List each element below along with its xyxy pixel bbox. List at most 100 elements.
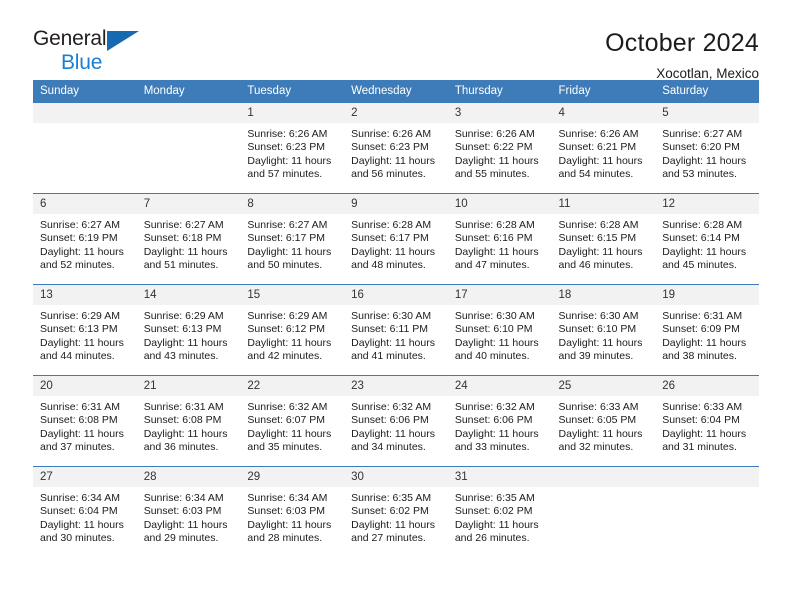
sunset-text: Sunset: 6:08 PM [40,414,118,427]
title-block: October 2024 Xocotlan, Mexico [605,28,759,81]
sunrise-text: Sunrise: 6:31 AM [40,401,120,413]
calendar-body: 1 Sunrise: 6:26 AM Sunset: 6:23 PM Daylight… [33,102,759,557]
day-details: Sunrise: 6:32 AM Sunset: 6:06 PM Daylight:… [344,396,448,455]
calendar-day-cell[interactable]: 29 Sunrise: 6:34 AM Sunset: 6:03 PM Dayligh… [240,466,345,557]
sunrise-text: Sunrise: 6:27 AM [40,219,120,231]
calendar-day-cell[interactable]: 18 Sunrise: 6:30 AM Sunset: 6:10 PM Dayligh… [551,284,656,376]
day-details: Sunrise: 6:28 AM Sunset: 6:15 PM Daylight:… [552,214,656,273]
daylight-text: Daylight: 11 hours and 27 minutes. [351,518,435,545]
calendar-day-cell[interactable]: 30 Sunrise: 6:35 AM Sunset: 6:02 PM Dayligh… [344,466,448,557]
general-blue-logo[interactable]: General Blue [33,28,148,76]
calendar-day-cell[interactable]: 1 Sunrise: 6:26 AM Sunset: 6:23 PM Daylight… [240,102,345,194]
calendar-day-cell[interactable]: 27 Sunrise: 6:34 AM Sunset: 6:04 PM Dayligh… [33,466,137,557]
calendar-day-cell[interactable]: 8 Sunrise: 6:27 AM Sunset: 6:17 PM Daylight… [240,193,345,285]
calendar-day-cell[interactable]: 23 Sunrise: 6:32 AM Sunset: 6:06 PM Dayligh… [344,375,448,467]
calendar-day-cell[interactable]: 4 Sunrise: 6:26 AM Sunset: 6:21 PM Daylight… [551,102,656,194]
sunrise-text: Sunrise: 6:31 AM [662,310,743,322]
day-details: Sunrise: 6:33 AM Sunset: 6:05 PM Daylight:… [552,396,656,455]
calendar-day-cell[interactable]: 5 Sunrise: 6:27 AM Sunset: 6:20 PM Daylight… [655,102,759,194]
weekday-header-wednesday: Wednesday [344,80,448,103]
calendar-day-cell[interactable]: 17 Sunrise: 6:30 AM Sunset: 6:10 PM Dayligh… [447,284,552,376]
day-number: 15 [240,285,345,305]
calendar-day-cell[interactable]: 9 Sunrise: 6:28 AM Sunset: 6:17 PM Daylight… [344,193,448,285]
day-number: 27 [33,467,137,487]
day-details: Sunrise: 6:27 AM Sunset: 6:17 PM Daylight:… [240,214,344,273]
daylight-text: Daylight: 11 hours and 28 minutes. [247,518,332,545]
sunset-text: Sunset: 6:10 PM [454,323,533,336]
day-number: 24 [447,376,552,396]
calendar-day-cell[interactable]: 12 Sunrise: 6:28 AM Sunset: 6:14 PM Dayligh… [655,193,759,285]
day-details: Sunrise: 6:33 AM Sunset: 6:04 PM Daylight:… [655,396,759,455]
day-number: 28 [136,467,241,487]
calendar-day-cell[interactable]: 24 Sunrise: 6:32 AM Sunset: 6:06 PM Dayligh… [447,375,552,467]
day-number: 2 [344,103,448,123]
calendar-day-cell[interactable]: 14 Sunrise: 6:29 AM Sunset: 6:13 PM Dayligh… [136,284,241,376]
sunrise-text: Sunrise: 6:26 AM [351,128,432,140]
calendar-day-cell[interactable]: 22 Sunrise: 6:32 AM Sunset: 6:07 PM Dayligh… [240,375,345,467]
sunrise-text: Sunrise: 6:34 AM [40,492,120,504]
sunset-text: Sunset: 6:16 PM [454,232,533,245]
day-details: Sunrise: 6:31 AM Sunset: 6:08 PM Daylight:… [137,396,241,455]
daylight-text: Daylight: 11 hours and 42 minutes. [247,336,332,363]
calendar-day-cell[interactable]: 7 Sunrise: 6:27 AM Sunset: 6:18 PM Daylight… [136,193,241,285]
day-number: 30 [344,467,448,487]
day-details: Sunrise: 6:28 AM Sunset: 6:16 PM Daylight:… [448,214,552,273]
calendar-day-cell[interactable]: 28 Sunrise: 6:34 AM Sunset: 6:03 PM Dayligh… [136,466,241,557]
day-details: Sunrise: 6:30 AM Sunset: 6:11 PM Daylight:… [344,305,448,364]
sunset-text: Sunset: 6:08 PM [143,414,222,427]
day-number: 23 [344,376,448,396]
day-details: Sunrise: 6:35 AM Sunset: 6:02 PM Daylight:… [448,487,552,546]
calendar-day-cell[interactable]: 13 Sunrise: 6:29 AM Sunset: 6:13 PM Dayligh… [33,284,137,376]
day-number: 22 [240,376,345,396]
sunrise-text: Sunrise: 6:32 AM [247,401,328,413]
daylight-text: Daylight: 11 hours and 37 minutes. [40,427,124,454]
calendar-day-cell[interactable]: 16 Sunrise: 6:30 AM Sunset: 6:11 PM Dayligh… [344,284,448,376]
weekday-header-tuesday: Tuesday [240,80,345,103]
sunset-text: Sunset: 6:02 PM [351,505,429,518]
sunrise-text: Sunrise: 6:33 AM [558,401,639,413]
daylight-text: Daylight: 11 hours and 29 minutes. [143,518,228,545]
sunset-text: Sunset: 6:21 PM [558,141,637,154]
day-number [136,103,241,123]
calendar-day-cell[interactable]: 15 Sunrise: 6:29 AM Sunset: 6:12 PM Dayligh… [240,284,345,376]
day-number: 21 [136,376,241,396]
calendar-day-cell[interactable]: 2 Sunrise: 6:26 AM Sunset: 6:23 PM Daylight… [344,102,448,194]
calendar-day-cell[interactable]: 11 Sunrise: 6:28 AM Sunset: 6:15 PM Dayligh… [551,193,656,285]
calendar-day-cell[interactable]: 10 Sunrise: 6:28 AM Sunset: 6:16 PM Dayligh… [447,193,552,285]
day-details: Sunrise: 6:26 AM Sunset: 6:23 PM Daylight:… [240,123,344,182]
calendar-day-cell[interactable]: 6 Sunrise: 6:27 AM Sunset: 6:19 PM Daylight… [33,193,137,285]
day-number: 19 [655,285,759,305]
sunrise-text: Sunrise: 6:27 AM [143,219,224,231]
sunset-text: Sunset: 6:12 PM [247,323,326,336]
calendar-day-cell[interactable]: 26 Sunrise: 6:33 AM Sunset: 6:04 PM Dayligh… [655,375,759,467]
day-number: 6 [33,194,137,214]
daylight-text: Daylight: 11 hours and 56 minutes. [351,154,435,181]
calendar-day-cell[interactable]: 21 Sunrise: 6:31 AM Sunset: 6:08 PM Dayligh… [136,375,241,467]
daylight-text: Daylight: 11 hours and 51 minutes. [143,245,228,272]
day-details: Sunrise: 6:28 AM Sunset: 6:14 PM Daylight:… [655,214,759,273]
day-number: 14 [136,285,241,305]
calendar-day-cell[interactable]: 19 Sunrise: 6:31 AM Sunset: 6:09 PM Dayligh… [655,284,759,376]
daylight-text: Daylight: 11 hours and 40 minutes. [454,336,539,363]
sunset-text: Sunset: 6:04 PM [40,505,118,518]
sunrise-text: Sunrise: 6:28 AM [351,219,432,231]
day-details: Sunrise: 6:26 AM Sunset: 6:23 PM Daylight:… [344,123,448,182]
calendar-day-cell[interactable]: 3 Sunrise: 6:26 AM Sunset: 6:22 PM Daylight… [447,102,552,194]
calendar-day-cell[interactable]: 25 Sunrise: 6:33 AM Sunset: 6:05 PM Dayligh… [551,375,656,467]
day-number: 9 [344,194,448,214]
day-number: 4 [551,103,656,123]
sunset-text: Sunset: 6:22 PM [454,141,533,154]
sunrise-text: Sunrise: 6:26 AM [454,128,535,140]
daylight-text: Daylight: 11 hours and 43 minutes. [143,336,228,363]
sunrise-sunset-calendar: Sunday Monday Tuesday Wednesday Thursday… [33,80,759,557]
calendar-day-cell[interactable]: 20 Sunrise: 6:31 AM Sunset: 6:08 PM Dayligh… [33,375,137,467]
weekday-header-thursday: Thursday [447,80,552,103]
calendar-week-row: 6 Sunrise: 6:27 AM Sunset: 6:19 PM Daylight… [33,193,759,285]
day-details: Sunrise: 6:26 AM Sunset: 6:21 PM Daylight:… [552,123,656,182]
calendar-day-cell[interactable]: 31 Sunrise: 6:35 AM Sunset: 6:02 PM Dayligh… [447,466,552,557]
sunset-text: Sunset: 6:14 PM [662,232,740,245]
calendar-empty-cell [33,102,137,194]
sunset-text: Sunset: 6:07 PM [247,414,326,427]
sunrise-text: Sunrise: 6:28 AM [558,219,639,231]
day-details: Sunrise: 6:34 AM Sunset: 6:03 PM Daylight:… [137,487,241,546]
